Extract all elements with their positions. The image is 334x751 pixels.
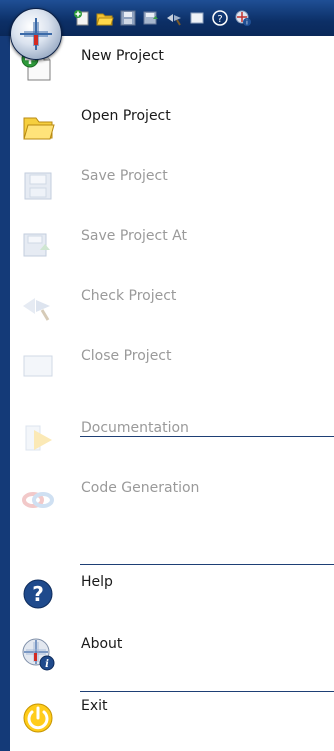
check-project-icon bbox=[20, 288, 56, 324]
check-icon bbox=[167, 14, 181, 26]
qat-open-button[interactable] bbox=[95, 8, 115, 28]
menu-item-label: Close Project bbox=[81, 348, 172, 364]
help-icon: ? bbox=[212, 10, 228, 26]
qat-new-button[interactable] bbox=[72, 8, 92, 28]
menu-item-label: Save Project At bbox=[81, 228, 187, 244]
qat-about-button[interactable]: i bbox=[233, 8, 253, 28]
power-icon bbox=[20, 698, 56, 734]
svg-text:?: ? bbox=[32, 582, 44, 606]
save-as-icon bbox=[143, 11, 158, 25]
close-project-icon bbox=[20, 348, 56, 384]
application-menu-button[interactable] bbox=[10, 8, 62, 60]
app-logo-icon bbox=[20, 18, 52, 50]
about-icon: i bbox=[20, 636, 56, 672]
save-icon bbox=[120, 10, 136, 26]
qat-save-as-button[interactable] bbox=[141, 8, 161, 28]
qat-check-button[interactable] bbox=[164, 8, 184, 28]
menu-item-label: Check Project bbox=[81, 288, 177, 304]
code-generation-icon bbox=[20, 480, 56, 516]
menu-item-label: Code Generation bbox=[81, 480, 200, 496]
quick-access-buttons: ? i bbox=[72, 7, 253, 29]
qat-save-button[interactable] bbox=[118, 8, 138, 28]
save-icon bbox=[20, 168, 56, 204]
menu-item-save-project-at[interactable]: Save Project At bbox=[10, 216, 334, 276]
open-folder-icon bbox=[96, 13, 114, 26]
new-file-icon bbox=[74, 10, 89, 26]
application-menu: New Project Open Project Save Project Sa… bbox=[0, 36, 334, 751]
menu-item-label: Open Project bbox=[81, 108, 171, 124]
qat-help-button[interactable]: ? bbox=[210, 8, 230, 28]
menu-item-label: About bbox=[81, 636, 123, 652]
close-icon bbox=[190, 12, 204, 24]
documentation-icon bbox=[20, 420, 56, 456]
menu-item-label: Documentation bbox=[81, 420, 189, 436]
save-as-icon bbox=[20, 228, 56, 264]
menu-item-check-project[interactable]: Check Project bbox=[10, 276, 334, 336]
menu-item-label: Exit bbox=[81, 698, 108, 714]
open-folder-icon bbox=[20, 108, 56, 144]
menu-item-close-project[interactable]: Close Project bbox=[10, 336, 334, 396]
menu-item-about[interactable]: i About bbox=[10, 624, 334, 684]
help-icon: ? bbox=[20, 574, 56, 610]
menu-item-documentation[interactable]: Documentation bbox=[10, 408, 334, 468]
menu-item-help[interactable]: ? Help bbox=[10, 562, 334, 622]
qat-close-button[interactable] bbox=[187, 8, 207, 28]
menu-item-label: Help bbox=[81, 574, 113, 590]
menu-item-exit[interactable]: Exit bbox=[10, 686, 334, 746]
menu-left-strip bbox=[0, 36, 10, 751]
about-icon: i bbox=[235, 10, 251, 27]
menu-item-code-generation[interactable]: Code Generation bbox=[10, 468, 334, 528]
menu-item-save-project[interactable]: Save Project bbox=[10, 156, 334, 216]
menu-item-open-project[interactable]: Open Project bbox=[10, 96, 334, 156]
menu-item-label: New Project bbox=[81, 48, 164, 64]
menu-item-label: Save Project bbox=[81, 168, 168, 184]
svg-text:i: i bbox=[45, 659, 49, 670]
svg-text:?: ? bbox=[217, 14, 222, 25]
